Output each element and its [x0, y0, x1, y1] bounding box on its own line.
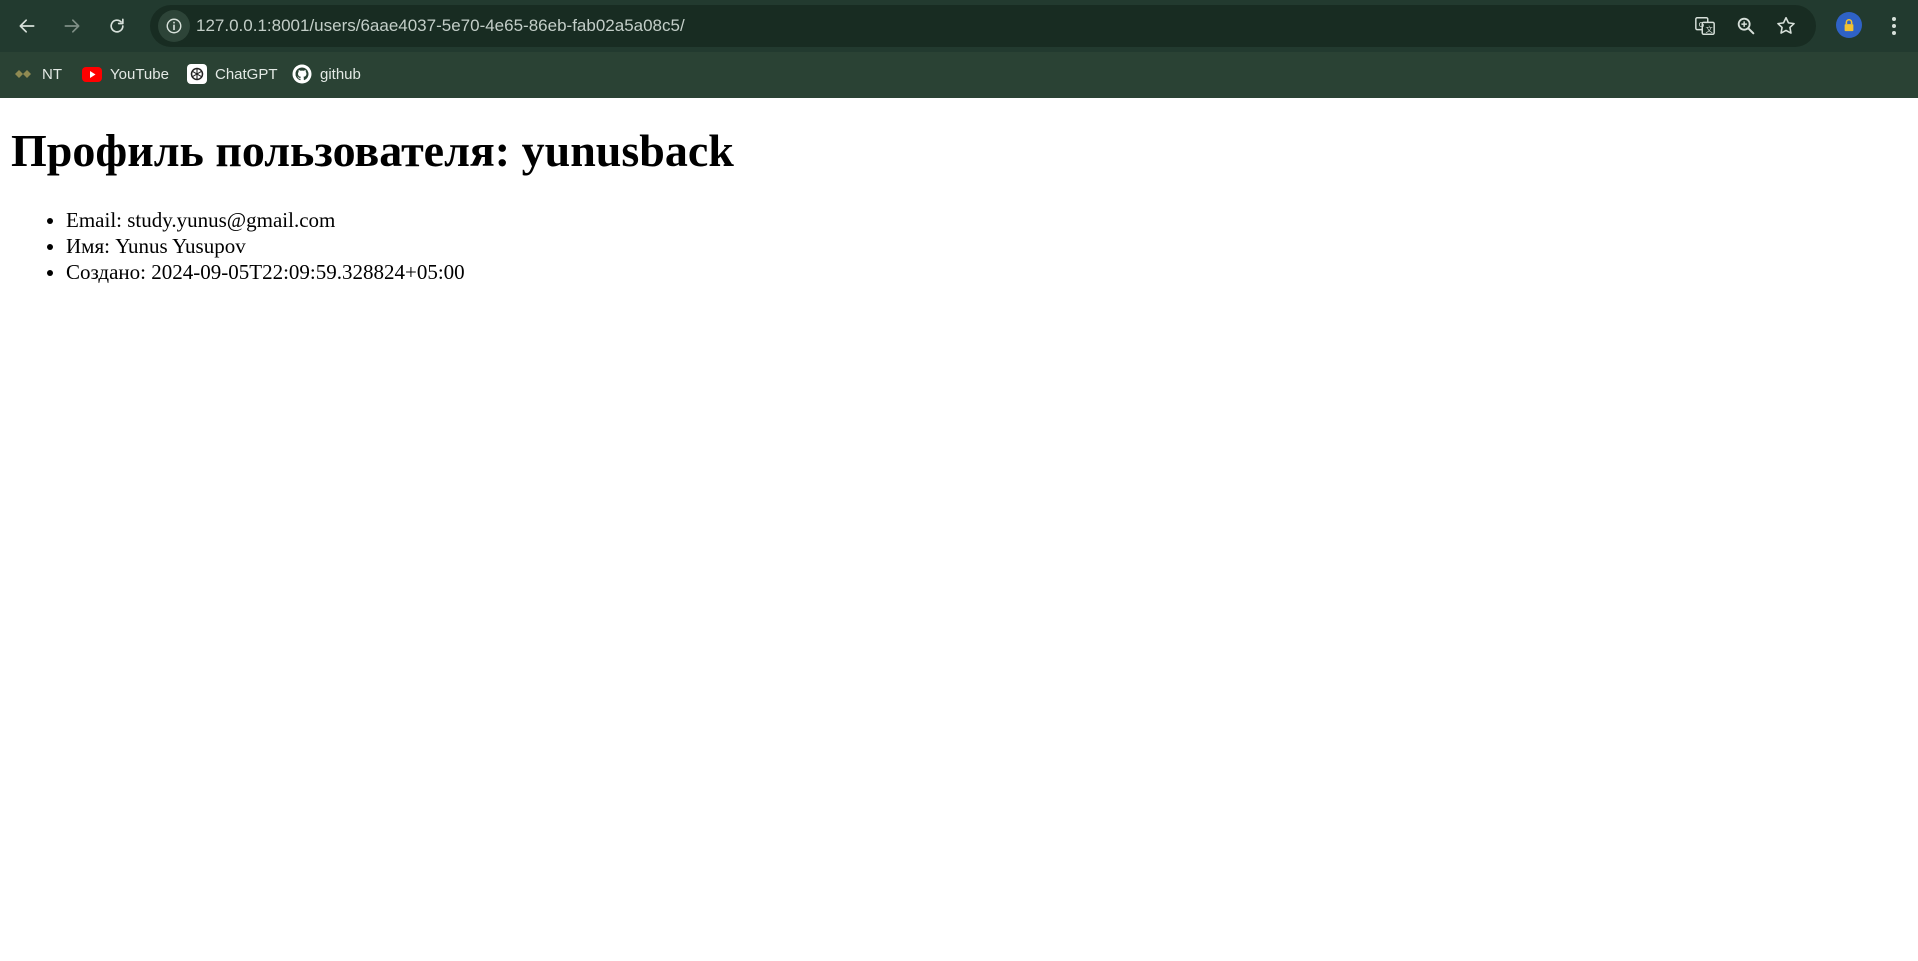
arrow-left-icon	[19, 19, 35, 33]
back-button[interactable]	[9, 8, 45, 44]
svg-text:文: 文	[1705, 25, 1713, 34]
profile-avatar[interactable]	[1836, 12, 1862, 38]
github-icon	[292, 64, 312, 84]
bookmark-label: YouTube	[110, 65, 169, 83]
youtube-icon	[82, 64, 102, 84]
profile-details-list: Email: study.yunus@gmail.com Имя: Yunus …	[66, 207, 465, 285]
bookmark-label: github	[320, 65, 361, 83]
browser-menu-button[interactable]	[1880, 10, 1908, 42]
name-item: Имя: Yunus Yusupov	[66, 233, 465, 259]
address-bar[interactable]: 127.0.0.1:8001/users/6aae4037-5e70-4e65-…	[150, 5, 1816, 47]
svg-text:G: G	[1699, 20, 1705, 29]
bookmark-label: ChatGPT	[215, 65, 278, 83]
bookmark-label: NT	[42, 65, 62, 83]
forward-button[interactable]	[54, 8, 90, 44]
arrow-right-icon	[64, 19, 80, 33]
reload-button[interactable]	[99, 8, 135, 44]
chatgpt-icon	[187, 64, 207, 84]
bookmark-youtube[interactable]: YouTube	[82, 60, 169, 88]
browser-toolbar: 127.0.0.1:8001/users/6aae4037-5e70-4e65-…	[0, 0, 1918, 52]
more-vertical-icon	[1892, 17, 1896, 35]
url-text[interactable]: 127.0.0.1:8001/users/6aae4037-5e70-4e65-…	[196, 5, 685, 47]
created-item: Создано: 2024-09-05T22:09:59.328824+05:0…	[66, 259, 465, 285]
translate-icon[interactable]: G 文	[1694, 15, 1716, 37]
bookmarks-bar	[0, 52, 1918, 98]
email-item: Email: study.yunus@gmail.com	[66, 207, 465, 233]
bookmark-nt[interactable]: NT	[14, 60, 62, 88]
site-info-icon[interactable]	[158, 10, 190, 42]
nt-logo-icon	[14, 64, 34, 84]
bookmark-github[interactable]: github	[292, 60, 361, 88]
page-title: Профиль пользователя: yunusback	[11, 125, 734, 176]
page-content: Профиль пользователя: yunusback Email: s…	[0, 98, 1918, 961]
lock-icon	[1844, 19, 1854, 32]
reload-icon	[110, 18, 124, 33]
zoom-icon[interactable]	[1735, 15, 1757, 37]
bookmark-star-icon[interactable]	[1775, 15, 1797, 37]
bookmark-chatgpt[interactable]: ChatGPT	[187, 60, 278, 88]
